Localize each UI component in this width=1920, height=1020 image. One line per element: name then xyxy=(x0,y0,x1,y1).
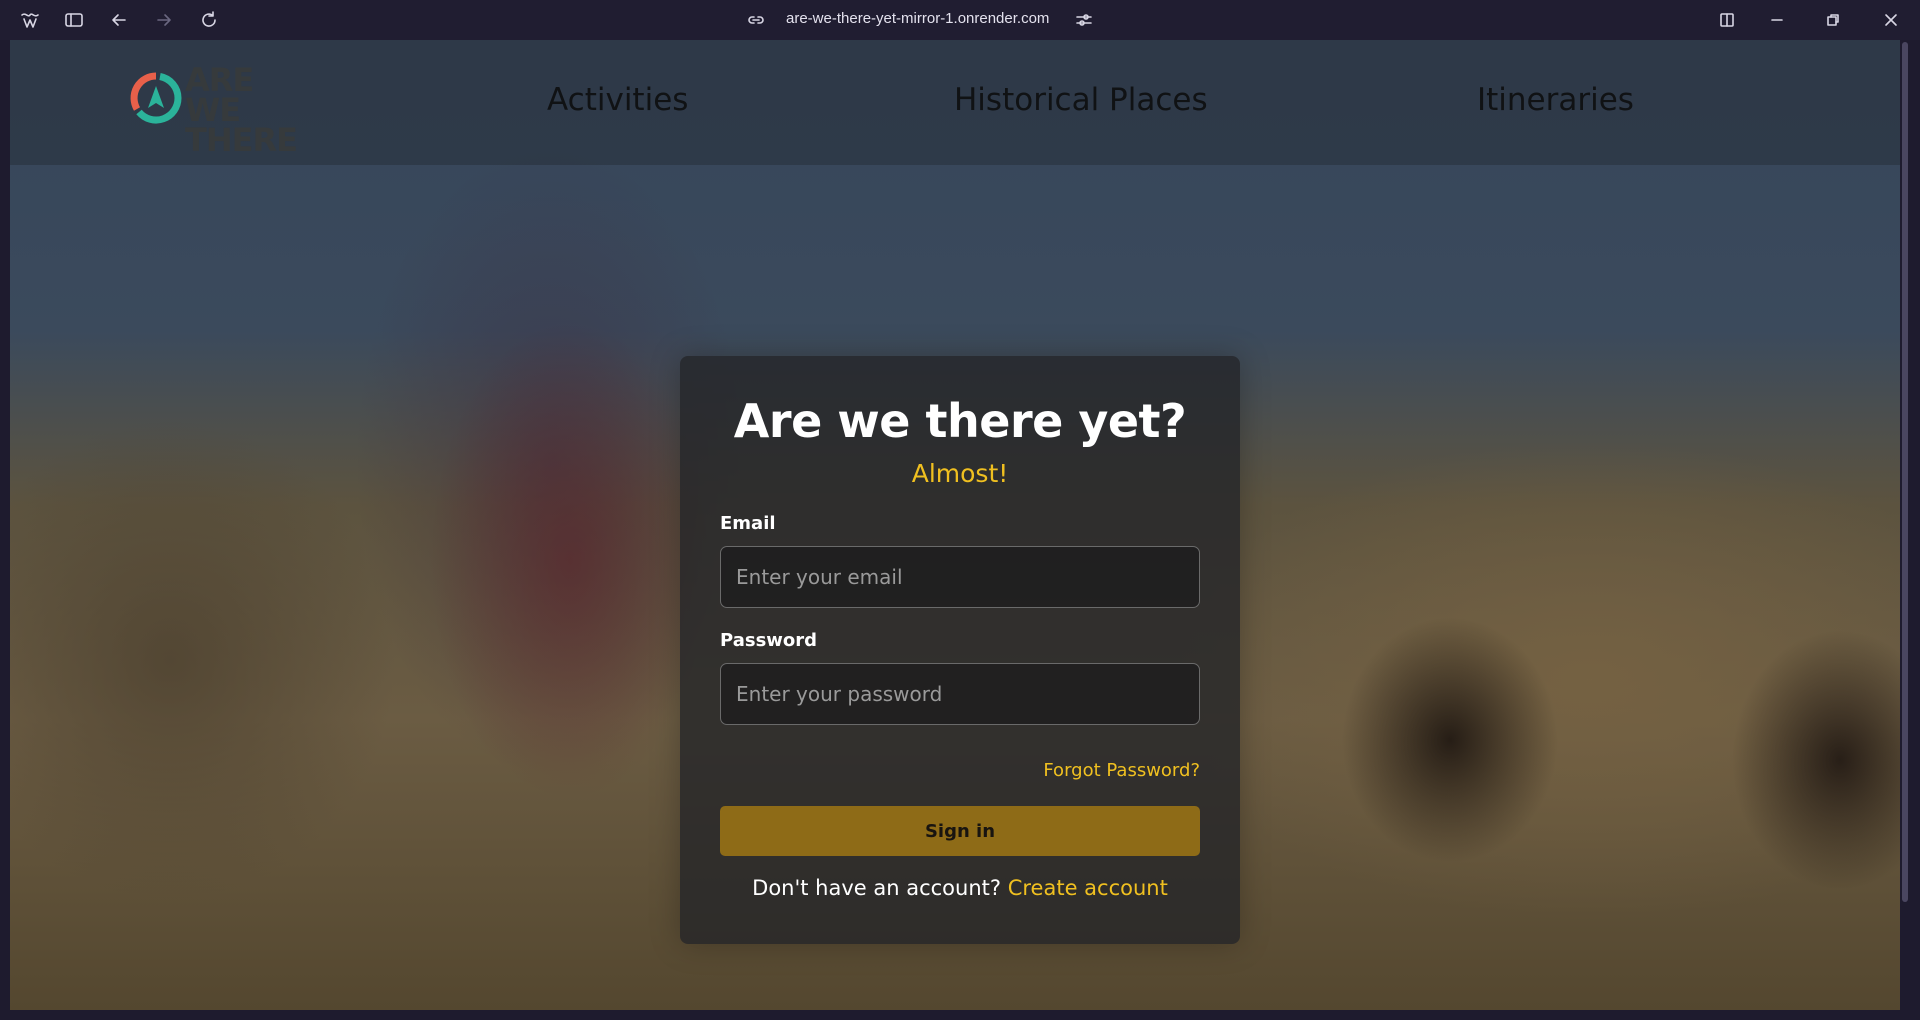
logo-mark-icon xyxy=(130,72,182,124)
logo-text-line1: ARE WE xyxy=(185,61,254,129)
nav-link-activities[interactable]: Activities xyxy=(547,82,688,118)
login-title: Are we there yet? xyxy=(733,394,1187,448)
page-viewport: ARE WE THERE Activities Historical Place… xyxy=(10,40,1900,1010)
forgot-password-link[interactable]: Forgot Password? xyxy=(1043,760,1200,781)
login-card: Are we there yet? Almost! Email Password… xyxy=(680,356,1240,944)
scrollbar-thumb[interactable] xyxy=(1902,42,1908,902)
site-logo[interactable]: ARE WE THERE xyxy=(130,60,300,156)
address-bar[interactable]: are-we-there-yet-mirror-1.onrender.com xyxy=(786,10,1049,30)
app-menu-icon[interactable] xyxy=(18,8,42,32)
nav-link-itineraries[interactable]: Itineraries xyxy=(1477,82,1634,118)
close-icon[interactable] xyxy=(1879,8,1903,32)
create-account-link[interactable]: Create account xyxy=(1008,876,1168,900)
browser-toolbar: are-we-there-yet-mirror-1.onrender.com xyxy=(0,0,1920,40)
back-icon[interactable] xyxy=(107,8,131,32)
password-field[interactable] xyxy=(720,663,1200,725)
minimize-icon[interactable] xyxy=(1765,8,1789,32)
signup-prompt: Don't have an account? Create account xyxy=(680,876,1240,900)
password-label: Password xyxy=(720,630,818,651)
logo-text-line2: THERE xyxy=(185,121,298,159)
email-field[interactable] xyxy=(720,546,1200,608)
email-label: Email xyxy=(720,513,776,534)
no-account-text: Don't have an account? xyxy=(752,876,1002,900)
restore-icon[interactable] xyxy=(1821,8,1845,32)
sidebar-icon[interactable] xyxy=(62,8,86,32)
link-icon xyxy=(744,8,768,32)
site-navbar: ARE WE THERE Activities Historical Place… xyxy=(10,40,1900,165)
site-settings-icon[interactable] xyxy=(1072,8,1096,32)
page-scrollbar[interactable] xyxy=(1900,40,1910,1010)
split-view-icon[interactable] xyxy=(1715,8,1739,32)
logo-wordmark: ARE WE THERE xyxy=(185,61,300,159)
login-subtitle: Almost! xyxy=(911,459,1009,488)
nav-link-historical-places[interactable]: Historical Places xyxy=(954,82,1208,118)
forward-icon[interactable] xyxy=(152,8,176,32)
sign-in-button[interactable]: Sign in xyxy=(720,806,1200,856)
reload-icon[interactable] xyxy=(197,8,221,32)
